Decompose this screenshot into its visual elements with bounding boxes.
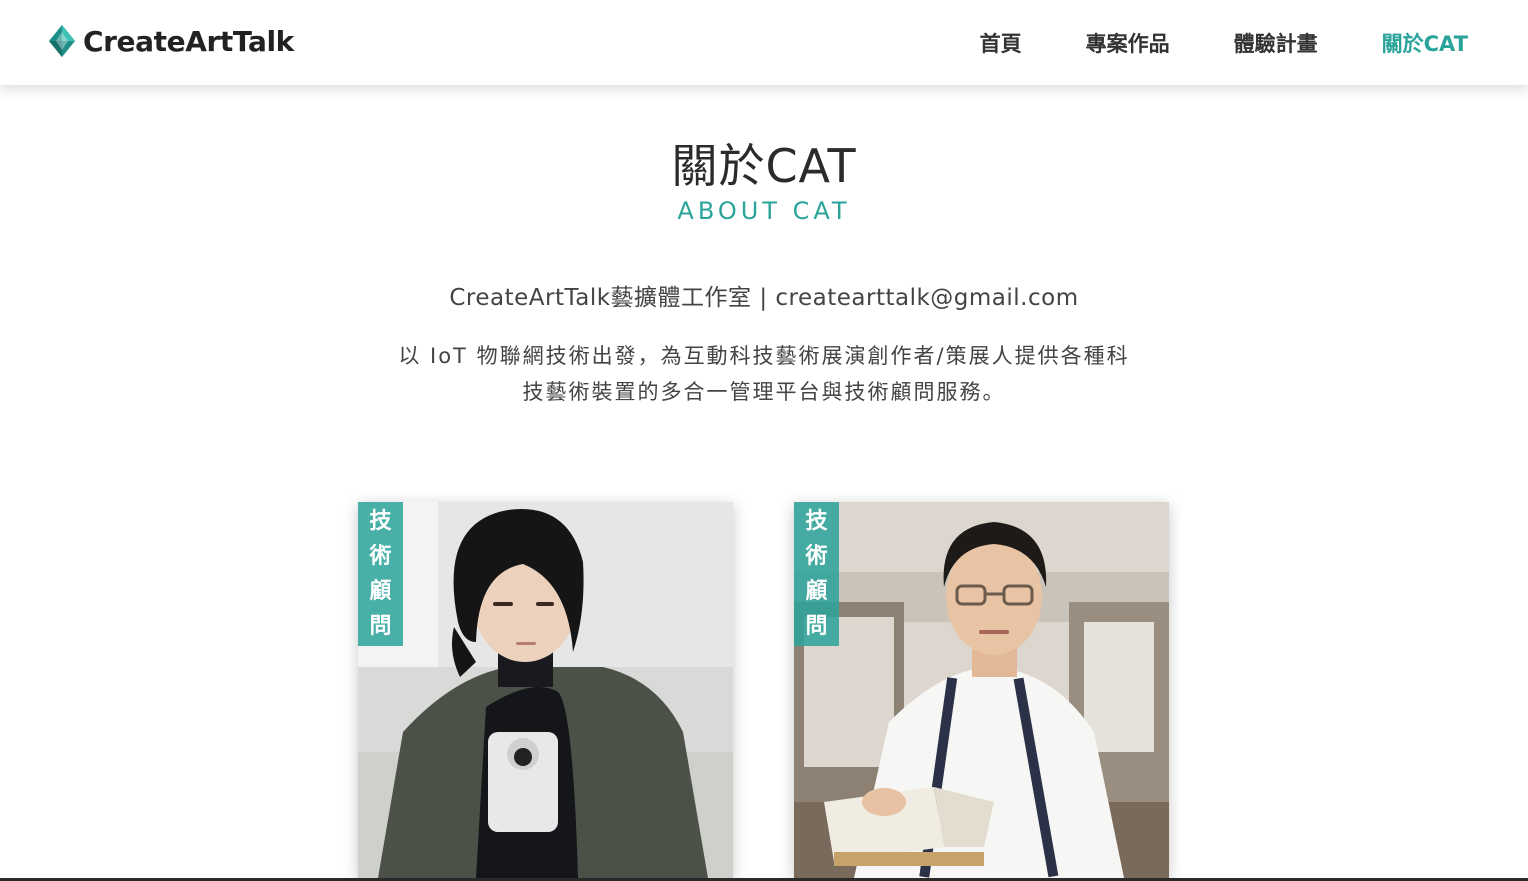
nav-item-home[interactable]: 首頁 xyxy=(980,28,1022,58)
nav-item-projects[interactable]: 專案作品 xyxy=(1086,28,1170,58)
tag-char: 技 xyxy=(369,508,392,534)
tag-char: 問 xyxy=(369,613,392,639)
tech-advisor-tag-2: 技 術 顧 問 xyxy=(794,502,839,646)
description-line-1: 以 IoT 物聯網技術出發，為互動科技藝術展演創作者/策展人提供各種科 xyxy=(398,344,1130,368)
navbar: CreateArtTalk 首頁 專案作品 體驗計畫 關於CAT xyxy=(0,0,1528,85)
main-nav: 首頁 專案作品 體驗計畫 關於CAT xyxy=(916,0,1468,85)
tag-char: 技 xyxy=(805,508,828,534)
nav-item-about[interactable]: 關於CAT xyxy=(1382,28,1468,58)
studio-contact: CreateArtTalk藝擴體工作室 | createarttalk@gmai… xyxy=(449,285,1079,311)
tag-char: 術 xyxy=(805,543,828,569)
nav-item-experience[interactable]: 體驗計畫 xyxy=(1234,28,1318,58)
page-title: 關於CAT xyxy=(671,139,857,193)
studio-description: 以 IoT 物聯網技術出發，為互動科技藝術展演創作者/策展人提供各種科 技藝術裝… xyxy=(340,338,1188,410)
tech-advisor-tag-1: 技 術 顧 問 xyxy=(358,502,403,646)
tag-char: 顧 xyxy=(805,578,828,604)
diamond-logo-icon xyxy=(49,25,75,57)
tag-char: 術 xyxy=(369,543,392,569)
tag-char: 顧 xyxy=(369,578,392,604)
description-line-2: 技藝術裝置的多合一管理平台與技術顧問服務。 xyxy=(522,380,1006,404)
brand-logo-link[interactable]: CreateArtTalk xyxy=(48,24,294,58)
page-subtitle: ABOUT CAT xyxy=(677,197,851,225)
advisor-photo-2 xyxy=(794,502,1169,878)
tag-char: 問 xyxy=(805,613,828,639)
advisor-card-2[interactable]: 技 術 顧 問 xyxy=(794,502,1169,878)
advisor-photo-1 xyxy=(358,502,733,878)
brand-name: CreateArtTalk xyxy=(83,24,294,58)
advisor-card-1[interactable]: 技 術 顧 問 xyxy=(358,502,733,878)
